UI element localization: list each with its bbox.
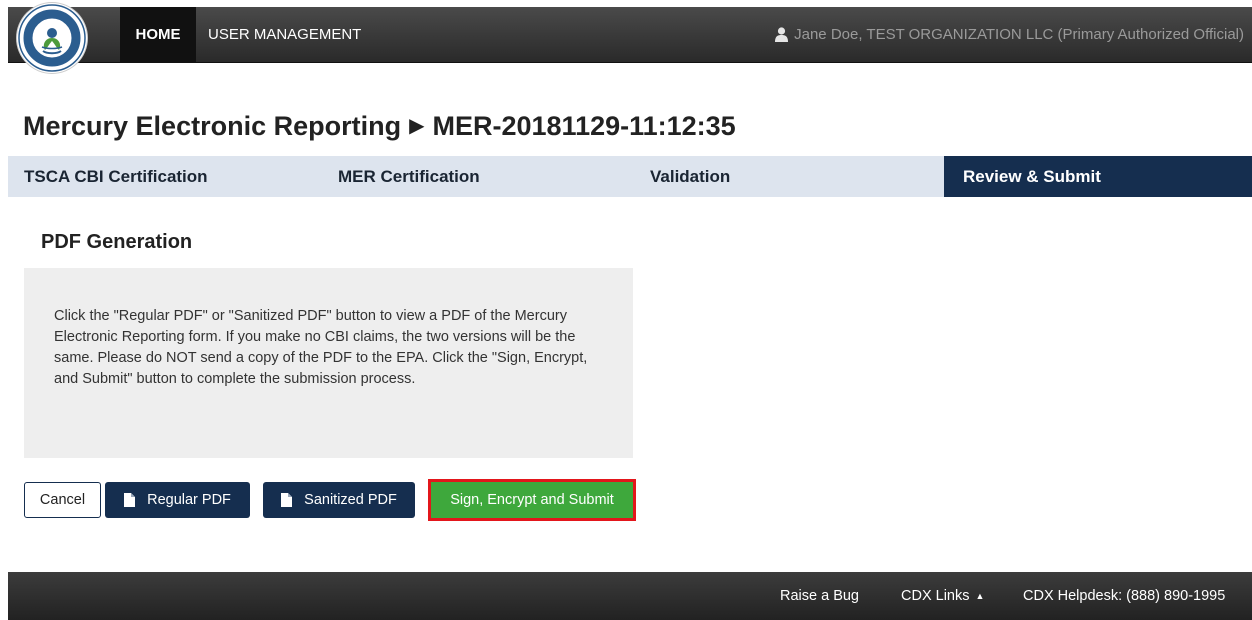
regular-pdf-button[interactable]: Regular PDF	[105, 482, 250, 518]
sanitized-pdf-label: Sanitized PDF	[304, 492, 397, 508]
raise-bug-link[interactable]: Raise a Bug	[780, 572, 859, 620]
sanitized-pdf-button[interactable]: Sanitized PDF	[263, 482, 415, 518]
page-title: Mercury Electronic Reporting ▶ MER-2018112…	[23, 111, 736, 142]
section-heading: PDF Generation	[41, 231, 193, 253]
document-icon	[124, 493, 136, 507]
info-panel: Click the "Regular PDF" or "Sanitized PD…	[24, 268, 633, 458]
footer: Raise a Bug CDX Links ▲ CDX Helpdesk: (8…	[8, 572, 1252, 620]
document-icon	[281, 493, 293, 507]
caret-up-icon: ▲	[975, 591, 985, 601]
nav-home-link[interactable]: HOME	[120, 7, 196, 62]
cancel-button[interactable]: Cancel	[24, 482, 101, 518]
report-id: MER-20181129-11:12:35	[432, 111, 736, 141]
user-account-menu[interactable]: Jane Doe, TEST ORGANIZATION LLC (Primary…	[775, 7, 1244, 62]
user-name-label: Jane Doe, TEST ORGANIZATION LLC (Primary…	[794, 26, 1244, 43]
app-title: Mercury Electronic Reporting	[23, 111, 402, 141]
breadcrumb-separator-icon: ▶	[409, 115, 425, 137]
top-navbar: HOME USER MANAGEMENT Jane Doe, TEST ORGA…	[8, 7, 1252, 63]
sign-encrypt-submit-button[interactable]: Sign, Encrypt and Submit	[431, 482, 633, 518]
nav-user-management-link[interactable]: USER MANAGEMENT	[208, 7, 361, 62]
tab-review-submit[interactable]: Review & Submit	[944, 156, 1252, 197]
user-icon	[775, 27, 789, 42]
step-tabs: TSCA CBI Certification MER Certification…	[8, 156, 1252, 197]
tab-validation[interactable]: Validation	[650, 156, 730, 197]
instructions-text: Click the "Regular PDF" or "Sanitized PD…	[54, 308, 588, 387]
tab-mer-certification[interactable]: MER Certification	[338, 156, 480, 197]
cdx-links-dropdown[interactable]: CDX Links ▲	[901, 572, 984, 620]
cdx-helpdesk-link[interactable]: CDX Helpdesk: (888) 890-1995	[1023, 572, 1225, 620]
regular-pdf-label: Regular PDF	[147, 492, 231, 508]
cdx-links-label: CDX Links	[901, 588, 970, 604]
epa-logo-icon[interactable]	[17, 3, 87, 73]
page: HOME USER MANAGEMENT Jane Doe, TEST ORGA…	[0, 0, 1252, 620]
tab-tsca-cbi-certification[interactable]: TSCA CBI Certification	[24, 156, 208, 197]
